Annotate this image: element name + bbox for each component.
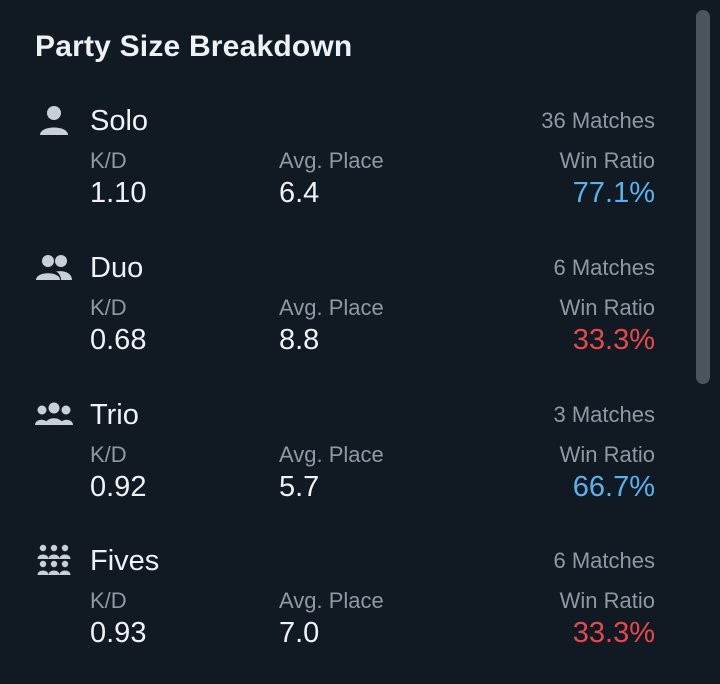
avg-place-label: Avg. Place xyxy=(279,148,384,173)
win-ratio-label: Win Ratio xyxy=(559,442,655,467)
win-ratio-label: Win Ratio xyxy=(559,295,655,320)
avg-place-label: Avg. Place xyxy=(279,295,384,320)
kd-stat: K/D 0.93 xyxy=(90,587,146,651)
avg-place-value: 5.7 xyxy=(279,471,320,503)
party-size-name: Trio xyxy=(90,399,139,431)
avg-place-stat: Avg. Place 7.0 xyxy=(279,587,384,651)
kd-stat: K/D 1.10 xyxy=(90,147,146,211)
avg-place-stat: Avg. Place 5.7 xyxy=(279,441,384,505)
avg-place-label: Avg. Place xyxy=(279,442,384,467)
avg-place-stat: Avg. Place 6.4 xyxy=(279,147,384,211)
scrollbar-thumb[interactable] xyxy=(696,10,710,384)
person-icon xyxy=(34,103,74,139)
party-size-name: Solo xyxy=(90,105,149,137)
kd-label: K/D xyxy=(90,148,127,173)
party-row-solo[interactable]: Solo 36 Matches K/D 1.10 Avg. Place 6.4 … xyxy=(0,103,690,243)
party-size-breakdown-panel: Party Size Breakdown Solo 36 Matches K/D… xyxy=(0,0,720,684)
kd-value: 0.68 xyxy=(90,324,147,356)
avg-place-label: Avg. Place xyxy=(279,588,384,613)
avg-place-value: 8.8 xyxy=(279,324,320,356)
kd-label: K/D xyxy=(90,295,127,320)
party-row-duo[interactable]: Duo 6 Matches K/D 0.68 Avg. Place 8.8 Wi… xyxy=(0,250,690,390)
kd-stat: K/D 0.68 xyxy=(90,294,146,358)
win-ratio-label: Win Ratio xyxy=(559,148,655,173)
win-ratio-label: Win Ratio xyxy=(559,588,655,613)
win-ratio-value: 77.1% xyxy=(572,177,655,209)
win-ratio-value: 33.3% xyxy=(572,617,655,649)
win-ratio-stat: Win Ratio 77.1% xyxy=(560,147,655,211)
kd-value: 0.93 xyxy=(90,617,147,649)
party-size-name: Duo xyxy=(90,252,144,284)
party-row-trio[interactable]: Trio 3 Matches K/D 0.92 Avg. Place 5.7 W… xyxy=(0,397,690,537)
panel-title: Party Size Breakdown xyxy=(35,30,353,63)
two-people-icon xyxy=(34,250,74,286)
match-count: 6 Matches xyxy=(553,548,656,573)
three-people-icon xyxy=(34,397,74,433)
kd-stat: K/D 0.92 xyxy=(90,441,146,505)
kd-label: K/D xyxy=(90,442,127,467)
kd-label: K/D xyxy=(90,588,127,613)
avg-place-stat: Avg. Place 8.8 xyxy=(279,294,384,358)
match-count: 36 Matches xyxy=(541,108,655,133)
party-row-fives[interactable]: Fives 6 Matches K/D 0.93 Avg. Place 7.0 … xyxy=(0,543,690,683)
match-count: 3 Matches xyxy=(553,402,656,427)
avg-place-value: 7.0 xyxy=(279,617,320,649)
win-ratio-stat: Win Ratio 33.3% xyxy=(560,294,655,358)
win-ratio-stat: Win Ratio 33.3% xyxy=(560,587,655,651)
kd-value: 0.92 xyxy=(90,471,147,503)
party-size-name: Fives xyxy=(90,545,160,577)
win-ratio-stat: Win Ratio 66.7% xyxy=(560,441,655,505)
win-ratio-value: 33.3% xyxy=(572,324,655,356)
group-of-people-icon xyxy=(34,543,74,579)
win-ratio-value: 66.7% xyxy=(572,471,655,503)
avg-place-value: 6.4 xyxy=(279,177,320,209)
kd-value: 1.10 xyxy=(90,177,147,209)
match-count: 6 Matches xyxy=(553,255,656,280)
